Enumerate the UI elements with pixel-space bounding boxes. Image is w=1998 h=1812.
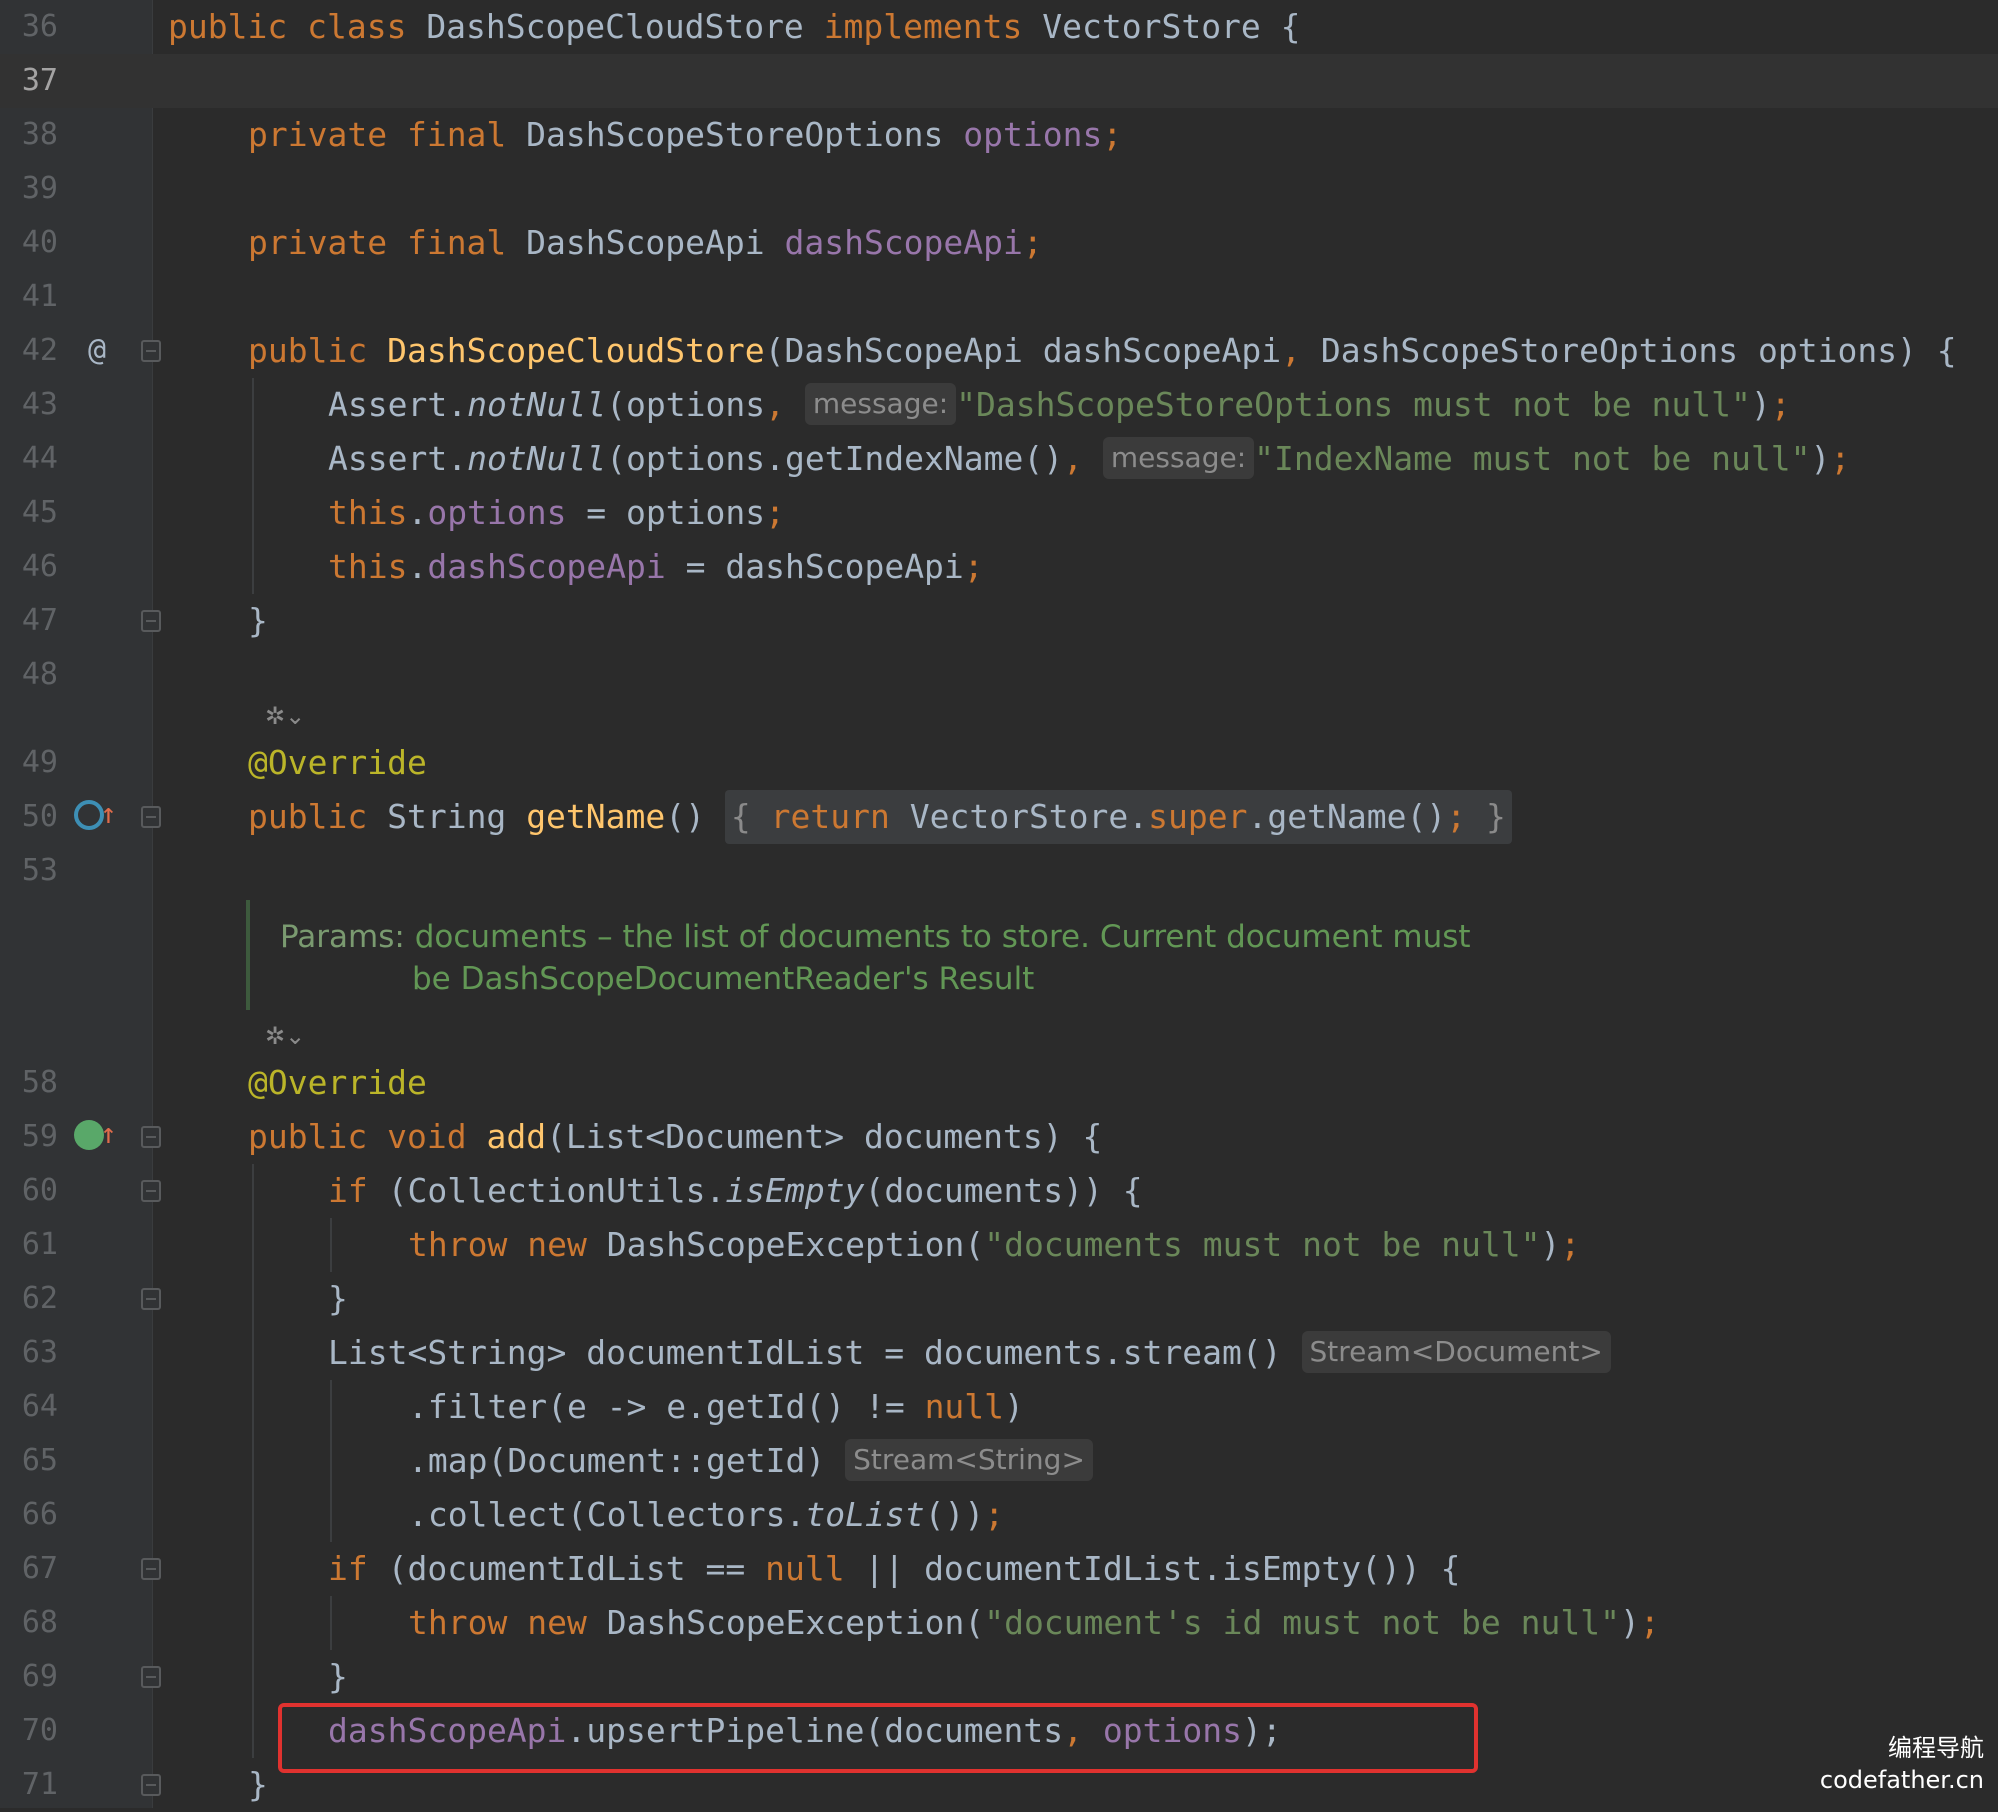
highlight-box	[278, 1703, 1478, 1773]
code-line[interactable]: 38 private final DashScopeStoreOptions o…	[0, 108, 1998, 162]
fold-collapse-icon[interactable]	[141, 1558, 161, 1580]
fold-expand-icon[interactable]	[141, 806, 161, 828]
type-hint: Stream<String>	[845, 1439, 1093, 1481]
line-number[interactable]: 64	[0, 1380, 58, 1434]
parameter-hint: message:	[1102, 437, 1255, 479]
code-line[interactable]: 62 }	[0, 1272, 1998, 1326]
line-number[interactable]: 70	[0, 1704, 58, 1758]
line-number[interactable]: 47	[0, 594, 58, 648]
fold-collapse-icon[interactable]	[141, 340, 161, 362]
doc-line: Params: documents – the list of document…	[280, 919, 1471, 955]
code-line[interactable]: 40 private final DashScopeApi dashScopeA…	[0, 216, 1998, 270]
code-line[interactable]: 66 .collect(Collectors.toList());	[0, 1488, 1998, 1542]
code-line[interactable]: 42 @ public DashScopeCloudStore(DashScop…	[0, 324, 1998, 378]
line-number[interactable]: 65	[0, 1434, 58, 1488]
watermark-url: codefather.cn	[1819, 1766, 1984, 1794]
line-number[interactable]: 60	[0, 1164, 58, 1218]
line-number[interactable]: 42	[0, 324, 58, 378]
line-number[interactable]: 43	[0, 378, 58, 432]
fold-end-icon[interactable]	[141, 1288, 161, 1310]
code-line-current[interactable]: 37	[0, 54, 1998, 108]
line-number[interactable]: 36	[0, 0, 58, 54]
code-line[interactable]: 69 }	[0, 1650, 1998, 1704]
code-line[interactable]: 36 public class DashScopeCloudStore impl…	[0, 0, 1998, 54]
code-line[interactable]: 58 @Override	[0, 1056, 1998, 1110]
fold-end-icon[interactable]	[141, 610, 161, 632]
code-line[interactable]: 64 .filter(e -> e.getId() != null)	[0, 1380, 1998, 1434]
line-number[interactable]: 58	[0, 1056, 58, 1110]
line-number[interactable]: 45	[0, 486, 58, 540]
watermark-title: 编程导航	[1888, 1734, 1984, 1762]
line-number[interactable]: 69	[0, 1650, 58, 1704]
code-line[interactable]: 45 this.options = options;	[0, 486, 1998, 540]
override-annotation-icon[interactable]: @	[78, 332, 116, 370]
watermark: 编程导航 codefather.cn	[1820, 1732, 1984, 1796]
code-vision-icon[interactable]: ✲⌄	[265, 1016, 325, 1056]
code-line[interactable]: 63 List<String> documentIdList = documen…	[0, 1326, 1998, 1380]
code-line[interactable]: 61 throw new DashScopeException("documen…	[0, 1218, 1998, 1272]
fold-collapse-icon[interactable]	[141, 1180, 161, 1202]
code-line[interactable]: 59 ↑ public void add(List<Document> docu…	[0, 1110, 1998, 1164]
doc-line: be DashScopeDocumentReader's Result	[412, 961, 1035, 997]
line-number[interactable]: 39	[0, 162, 58, 216]
parameter-hint: message:	[804, 383, 957, 425]
code-line[interactable]: 50 ↑ public String getName() { return Ve…	[0, 790, 1998, 844]
folded-region[interactable]: { return VectorStore.super.getName(); }	[724, 790, 1512, 844]
code-line[interactable]: 43 Assert.notNull(options, message: "Dash…	[0, 378, 1998, 432]
line-number[interactable]: 44	[0, 432, 58, 486]
fold-collapse-icon[interactable]	[141, 1126, 161, 1148]
line-number[interactable]: 37	[0, 54, 58, 108]
line-number[interactable]: 67	[0, 1542, 58, 1596]
line-number[interactable]: 40	[0, 216, 58, 270]
code-line[interactable]: 60 if (CollectionUtils.isEmpty(documents…	[0, 1164, 1998, 1218]
line-number[interactable]: 41	[0, 270, 58, 324]
code-line[interactable]: 41	[0, 270, 1998, 324]
line-number[interactable]: 49	[0, 736, 58, 790]
line-number[interactable]: 71	[0, 1758, 58, 1812]
line-number[interactable]: 68	[0, 1596, 58, 1650]
code-line[interactable]: 67 if (documentIdList == null || documen…	[0, 1542, 1998, 1596]
code-line[interactable]: 44 Assert.notNull(options.getIndexName()…	[0, 432, 1998, 486]
line-number[interactable]: 62	[0, 1272, 58, 1326]
code-line[interactable]: 47 }	[0, 594, 1998, 648]
go-to-super-arrow-icon[interactable]: ↑	[100, 1116, 117, 1152]
type-hint: Stream<Document>	[1301, 1331, 1611, 1373]
line-number[interactable]: 48	[0, 648, 58, 702]
code-vision-icon[interactable]: ✲⌄	[265, 696, 325, 736]
code-line[interactable]: 49 @Override	[0, 736, 1998, 790]
line-number[interactable]: 46	[0, 540, 58, 594]
line-number[interactable]: 50	[0, 790, 58, 844]
line-number[interactable]: 59	[0, 1110, 58, 1164]
fold-end-icon[interactable]	[141, 1774, 161, 1796]
code-line[interactable]: 48	[0, 648, 1998, 702]
fold-end-icon[interactable]	[141, 1666, 161, 1688]
code-line[interactable]: 46 this.dashScopeApi = dashScopeApi;	[0, 540, 1998, 594]
line-number[interactable]: 53	[0, 844, 58, 898]
code-line[interactable]: 39	[0, 162, 1998, 216]
code-line[interactable]: 65 .map(Document::getId) Stream<String>	[0, 1434, 1998, 1488]
go-to-super-arrow-icon[interactable]: ↑	[100, 796, 117, 832]
line-number[interactable]: 63	[0, 1326, 58, 1380]
line-number[interactable]: 38	[0, 108, 58, 162]
line-number[interactable]: 66	[0, 1488, 58, 1542]
code-line[interactable]: 68 throw new DashScopeException("documen…	[0, 1596, 1998, 1650]
line-number[interactable]: 61	[0, 1218, 58, 1272]
code-line[interactable]: 53	[0, 844, 1998, 898]
